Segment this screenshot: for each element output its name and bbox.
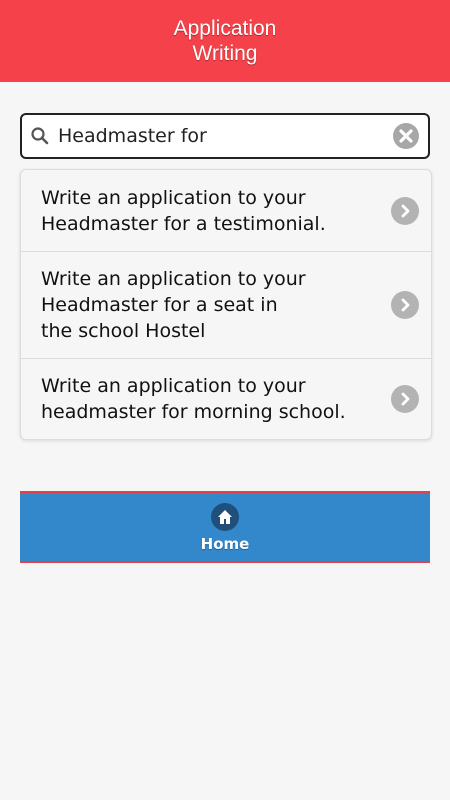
list-item[interactable]: Write an application to your Headmaster … <box>21 170 431 252</box>
page-title: Application Writing <box>173 17 277 65</box>
results-list: Write an application to your Headmaster … <box>20 169 432 440</box>
chevron-right-icon <box>391 291 419 319</box>
list-item-label: Write an application to your Headmaster … <box>41 268 306 342</box>
app-header: Application Writing <box>0 0 450 82</box>
home-icon <box>210 503 239 531</box>
bottom-navbar: Home <box>20 491 430 563</box>
list-item-label: Write an application to your headmaster … <box>41 375 346 423</box>
search-input[interactable] <box>58 116 384 156</box>
home-button[interactable]: Home <box>200 493 250 561</box>
chevron-right-icon <box>391 385 419 413</box>
search-icon <box>22 115 58 157</box>
home-label: Home <box>200 535 250 553</box>
list-item[interactable]: Write an application to your Headmaster … <box>21 252 431 359</box>
clear-icon[interactable] <box>384 115 428 157</box>
search-bar <box>20 113 430 159</box>
chevron-right-icon <box>391 196 419 225</box>
list-item-label: Write an application to your Headmaster … <box>41 186 326 235</box>
list-item[interactable]: Write an application to your headmaster … <box>21 359 431 439</box>
